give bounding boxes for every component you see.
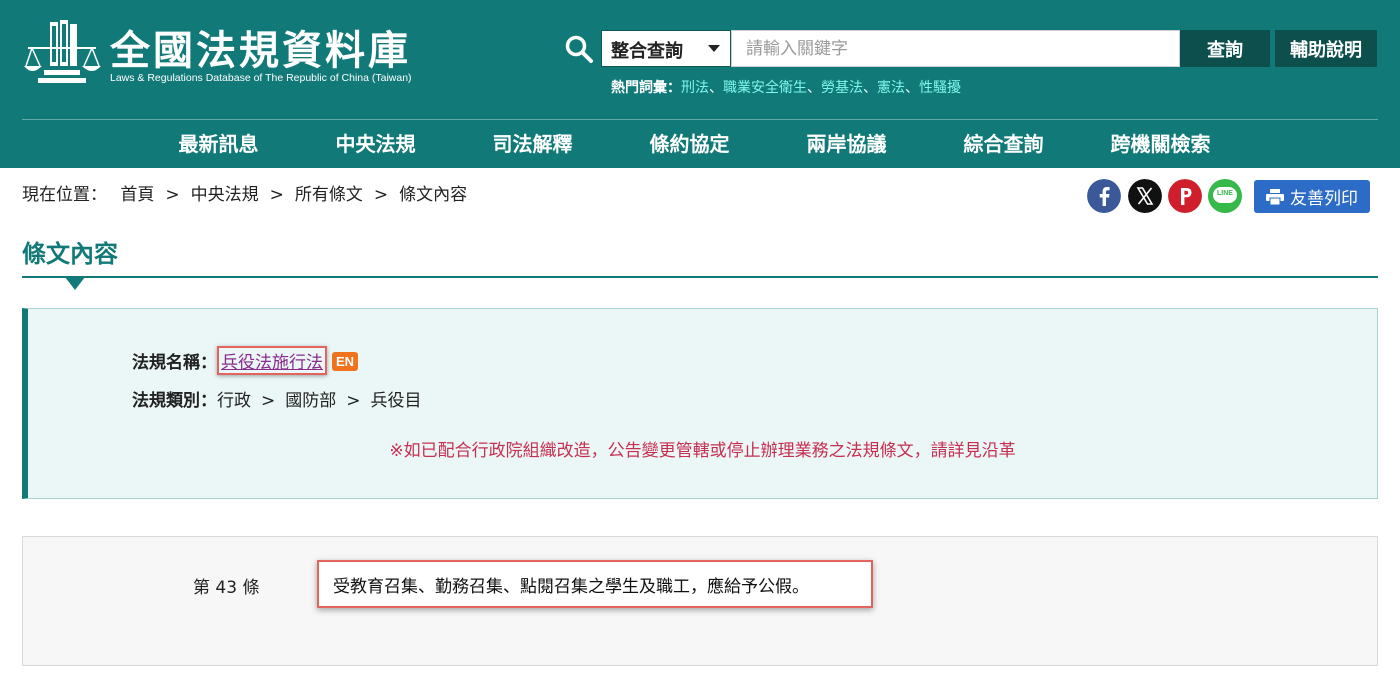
- nav-item-cross-strait-agreements[interactable]: 兩岸協議: [768, 120, 925, 168]
- page-title: 條文內容: [22, 240, 118, 268]
- search-button[interactable]: 查詢: [1180, 30, 1270, 67]
- hot-term-link[interactable]: 刑法: [681, 80, 709, 96]
- breadcrumb-separator: >: [269, 185, 284, 205]
- law-category-row: 法規類別：行政 > 國防部 > 兵役目: [132, 386, 422, 411]
- chevron-down-icon: [708, 45, 720, 52]
- plurk-icon[interactable]: [1168, 179, 1202, 213]
- breadcrumb-home[interactable]: 首頁: [120, 185, 154, 205]
- law-category-separator: >: [261, 391, 276, 411]
- help-button[interactable]: 輔助說明: [1275, 30, 1377, 67]
- facebook-icon[interactable]: [1087, 179, 1121, 213]
- hot-term-separator: 、: [709, 80, 723, 96]
- law-category-label: 法規類別：: [132, 391, 217, 411]
- main-nav: 最新訊息 中央法規 司法解釋 條約協定 兩岸協議 綜合查詢 跨機關檢索: [140, 120, 1260, 168]
- site-logo[interactable]: 全國法規資料庫 Laws & Regulations Database of T…: [22, 16, 452, 88]
- nav-item-latest-news[interactable]: 最新訊息: [140, 120, 297, 168]
- line-icon-text: LINE: [1217, 190, 1233, 197]
- nav-item-cross-agency-search[interactable]: 跨機關檢索: [1082, 120, 1239, 168]
- breadcrumb-separator: >: [165, 185, 180, 205]
- hot-term-separator: 、: [807, 80, 821, 96]
- search-icon[interactable]: [564, 34, 594, 64]
- hot-term-link[interactable]: 憲法: [877, 80, 905, 96]
- search-type-select[interactable]: 整合查詢: [601, 30, 731, 67]
- hot-terms-label: 熱門詞彙：: [611, 80, 681, 96]
- article-number: 第 43 條: [193, 578, 260, 598]
- english-version-badge[interactable]: EN: [332, 352, 359, 371]
- print-label: 友善列印: [1290, 189, 1358, 209]
- site-subtitle: Laws & Regulations Database of The Repub…: [110, 72, 412, 84]
- hot-term-link[interactable]: 職業安全衛生: [723, 80, 807, 96]
- law-info-box: 法規名稱： 兵役法施行法 EN 法規類別：行政 > 國防部 > 兵役目 ※如已配合行政院組織…: [22, 308, 1378, 499]
- search-type-label: 整合查詢: [611, 41, 683, 62]
- law-scale-logo-icon: [24, 20, 101, 83]
- article-text: 受教育召集、勤務召集、點閱召集之學生及職工，應給予公假。: [333, 577, 809, 597]
- reorganization-notice[interactable]: ※如已配合行政院組織改造，公告變更管轄或停止辦理業務之法規條文，請詳見沿革: [28, 436, 1377, 461]
- breadcrumb-separator: >: [373, 185, 389, 205]
- search-input[interactable]: [731, 30, 1180, 67]
- hot-term-link[interactable]: 勞基法: [821, 80, 863, 96]
- law-category-separator: >: [346, 391, 361, 411]
- nav-item-general-search[interactable]: 綜合查詢: [925, 120, 1082, 168]
- breadcrumb: 現在位置： 首頁 > 中央法規 > 所有條文 > 條文內容: [22, 180, 467, 205]
- law-category-item: 行政: [217, 391, 251, 411]
- article-text-highlight: 受教育召集、勤務召集、點閱召集之學生及職工，應給予公假。: [317, 560, 873, 608]
- site-header: 全國法規資料庫 Laws & Regulations Database of T…: [0, 0, 1400, 168]
- x-icon[interactable]: [1128, 179, 1162, 213]
- search-area: 整合查詢 查詢 輔助說明 熱門詞彙：刑法、職業安全衛生、勞基法、憲法、性騷擾: [560, 29, 1380, 99]
- nav-item-judicial-interpretations[interactable]: 司法解釋: [454, 120, 611, 168]
- law-name-label: 法規名稱：: [132, 353, 217, 373]
- print-button[interactable]: 友善列印: [1254, 180, 1370, 213]
- hot-term-link[interactable]: 性騷擾: [919, 80, 961, 96]
- title-rule: [22, 276, 1378, 278]
- law-category-item: 兵役目: [370, 391, 422, 411]
- nav-item-central-regulations[interactable]: 中央法規: [297, 120, 454, 168]
- hot-terms: 熱門詞彙：刑法、職業安全衛生、勞基法、憲法、性騷擾: [611, 77, 961, 97]
- title-pointer: [65, 277, 85, 290]
- breadcrumb-label: 現在位置：: [22, 185, 107, 205]
- law-name-row: 法規名稱： 兵役法施行法 EN: [132, 346, 359, 375]
- breadcrumb-current: 條文內容: [399, 185, 468, 205]
- law-name-highlight: 兵役法施行法: [217, 346, 327, 375]
- share-toolbar: LINE 友善列印: [1087, 179, 1377, 215]
- hot-term-separator: 、: [863, 80, 877, 96]
- article-box: 第 43 條 受教育召集、勤務召集、點閱召集之學生及職工，應給予公假。: [22, 536, 1378, 666]
- line-icon[interactable]: LINE: [1208, 179, 1242, 213]
- site-title: 全國法規資料庫: [110, 28, 411, 74]
- printer-icon: [1266, 188, 1284, 205]
- hot-term-separator: 、: [905, 80, 919, 96]
- breadcrumb-central-regulations[interactable]: 中央法規: [191, 185, 259, 205]
- law-category-item: 國防部: [285, 391, 337, 411]
- nav-item-treaties[interactable]: 條約協定: [611, 120, 768, 168]
- law-name-link[interactable]: 兵役法施行法: [221, 353, 323, 373]
- breadcrumb-all-articles[interactable]: 所有條文: [295, 185, 363, 205]
